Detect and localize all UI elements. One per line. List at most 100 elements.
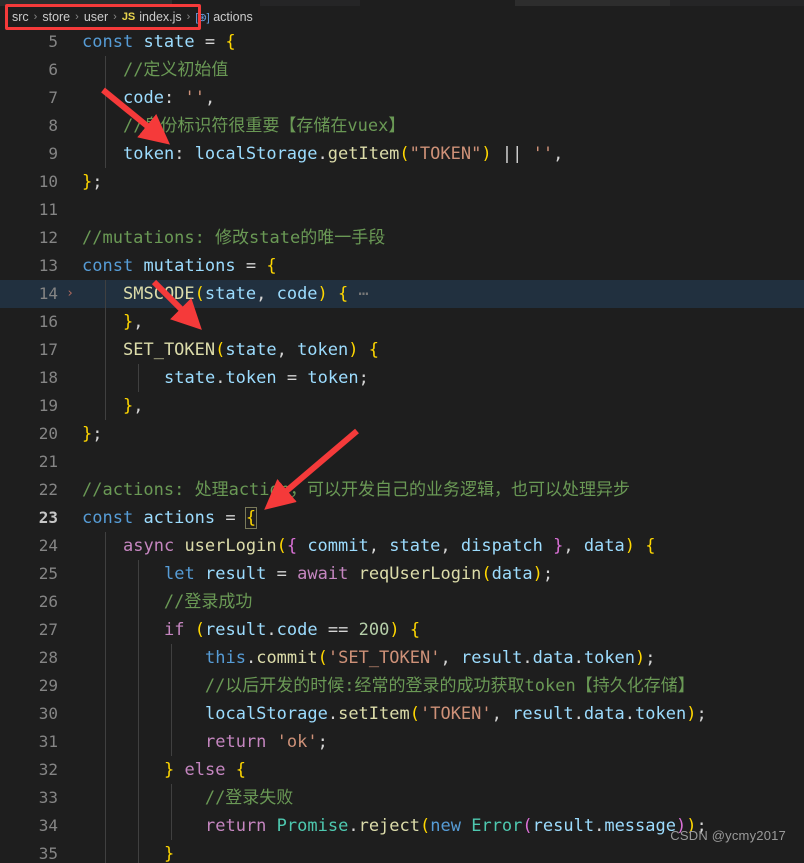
line-number: 31 [38, 732, 58, 751]
code-line[interactable]: 26 //登录成功 [0, 588, 804, 616]
line-number: 24 [38, 536, 58, 555]
line-number: 19 [38, 396, 58, 415]
code-text: if (result.code == 200) { [164, 620, 421, 640]
code-line[interactable]: 10}; [0, 168, 804, 196]
code-line[interactable]: 9 token: localStorage.getItem("TOKEN") |… [0, 140, 804, 168]
code-line[interactable]: 13 const mutations = { [0, 252, 804, 280]
chevron-right-icon: › [186, 11, 191, 23]
line-number: 33 [38, 788, 58, 807]
code-text: localStorage.setItem('TOKEN', result.dat… [205, 704, 707, 724]
vscode-editor-window: src › store › user › JS index.js › [⊛] a… [0, 0, 804, 863]
line-number: 8 [48, 116, 58, 135]
line-number: 28 [38, 648, 58, 667]
code-text: }; [82, 172, 103, 192]
code-text: }; [82, 424, 103, 444]
code-text: this.commit('SET_TOKEN', result.data.tok… [205, 648, 656, 668]
breadcrumb: src › store › user › JS index.js › [⊛] a… [0, 6, 804, 28]
line-number: 22 [38, 480, 58, 499]
code-text: async userLogin({ commit, state, dispatc… [123, 536, 656, 556]
line-number: 17 [38, 340, 58, 359]
code-line[interactable]: 19 }, [0, 392, 804, 420]
code-text: //登录成功 [163, 592, 253, 612]
code-line[interactable]: 31 return 'ok'; [0, 728, 804, 756]
code-text: state.token = token; [164, 368, 369, 388]
code-text: token: localStorage.getItem("TOKEN") || … [123, 144, 564, 164]
code-line[interactable]: 14 › SMSCODE(state, code) { ⋯ [0, 280, 804, 308]
code-text: } [164, 844, 175, 863]
line-number: 16 [38, 312, 58, 331]
code-line[interactable]: 6 //定义初始值 [0, 56, 804, 84]
code-line[interactable]: 32 } else { [0, 756, 804, 784]
breadcrumb-item-index-js[interactable]: index.js [139, 10, 181, 24]
line-number: 18 [38, 368, 58, 387]
code-text: }, [123, 396, 144, 416]
code-text: return 'ok'; [205, 732, 328, 752]
code-line[interactable]: 23 const actions = { [0, 504, 804, 532]
line-number: 9 [48, 144, 58, 163]
code-editor-area[interactable]: 5 const state = {6 //定义初始值 7 code: '', 8 //… [0, 28, 804, 863]
chevron-right-icon: › [113, 11, 117, 23]
breadcrumb-item-store[interactable]: store [42, 10, 70, 24]
line-number: 12 [38, 228, 58, 247]
line-number: 21 [38, 452, 58, 471]
line-number: 20 [38, 424, 58, 443]
code-text: //身份标识符很重要【存储在vuex】 [122, 116, 406, 136]
code-text: const mutations = { [82, 256, 277, 276]
code-line[interactable]: 35 } [0, 840, 804, 863]
chevron-right-icon: › [75, 11, 79, 23]
code-text: //actions: 处理action，可以开发自己的业务逻辑，也可以处理异步 [82, 480, 630, 500]
line-number: 13 [38, 256, 58, 275]
breadcrumb-item-actions[interactable]: actions [213, 10, 253, 24]
line-number: 34 [38, 816, 58, 835]
code-line[interactable]: 24 async userLogin({ commit, state, disp… [0, 532, 804, 560]
code-text: SET_TOKEN(state, token) { [123, 340, 379, 360]
code-line[interactable]: 20}; [0, 420, 804, 448]
line-number: 30 [38, 704, 58, 723]
code-line[interactable]: 12 //mutations: 修改state的唯一手段 [0, 224, 804, 252]
code-line[interactable]: 16 }, [0, 308, 804, 336]
watermark: CSDN @ycmy2017 [670, 828, 786, 843]
code-text: }, [123, 312, 144, 332]
code-line[interactable]: 5 const state = { [0, 28, 804, 56]
code-text: code: '', [123, 88, 216, 108]
line-number: 10 [38, 172, 58, 191]
code-line[interactable]: 18 state.token = token; [0, 364, 804, 392]
line-number: 14 [38, 284, 58, 303]
line-number: 11 [38, 200, 58, 219]
javascript-file-icon: JS [121, 11, 136, 23]
code-line[interactable]: 28 this.commit('SET_TOKEN', result.data.… [0, 644, 804, 672]
line-number: 5 [48, 32, 58, 51]
code-text: const state = { [82, 32, 236, 52]
breadcrumb-item-user[interactable]: user [84, 10, 108, 24]
code-line[interactable]: 21 [0, 448, 804, 476]
line-number: 27 [38, 620, 58, 639]
code-line[interactable]: 27 if (result.code == 200) { [0, 616, 804, 644]
code-text: //以后开发的时候:经常的登录的成功获取token【持久化存储】 [204, 676, 695, 696]
code-line[interactable]: 17 SET_TOKEN(state, token) { [0, 336, 804, 364]
fold-chevron-icon[interactable]: › [63, 280, 77, 308]
line-number: 6 [48, 60, 58, 79]
code-line[interactable]: 33 //登录失败 [0, 784, 804, 812]
breadcrumb-item-src[interactable]: src [12, 10, 29, 24]
code-text: //mutations: 修改state的唯一手段 [82, 228, 386, 248]
chevron-right-icon: › [33, 11, 38, 23]
line-number: 29 [38, 676, 58, 695]
code-text: //定义初始值 [122, 60, 229, 80]
code-line[interactable]: 8 //身份标识符很重要【存储在vuex】 [0, 112, 804, 140]
line-number: 25 [38, 564, 58, 583]
code-line[interactable]: 25 let result = await reqUserLogin(data)… [0, 560, 804, 588]
code-text: } else { [164, 760, 246, 780]
code-text: let result = await reqUserLogin(data); [164, 564, 554, 584]
code-line[interactable]: 30 localStorage.setItem('TOKEN', result.… [0, 700, 804, 728]
code-line[interactable]: 7 code: '', [0, 84, 804, 112]
code-line[interactable]: 22 //actions: 处理action，可以开发自己的业务逻辑，也可以处理异… [0, 476, 804, 504]
line-number: 32 [38, 760, 58, 779]
symbol-object-icon: [⊛] [195, 11, 210, 24]
code-line[interactable]: 29 //以后开发的时候:经常的登录的成功获取token【持久化存储】 [0, 672, 804, 700]
line-number: 23 [38, 508, 58, 527]
code-text: const actions = { [82, 507, 258, 529]
code-text: SMSCODE(state, code) { ⋯ [123, 284, 369, 304]
code-line[interactable]: 11 [0, 196, 804, 224]
code-text: //登录失败 [204, 788, 294, 808]
line-number: 7 [48, 88, 58, 107]
